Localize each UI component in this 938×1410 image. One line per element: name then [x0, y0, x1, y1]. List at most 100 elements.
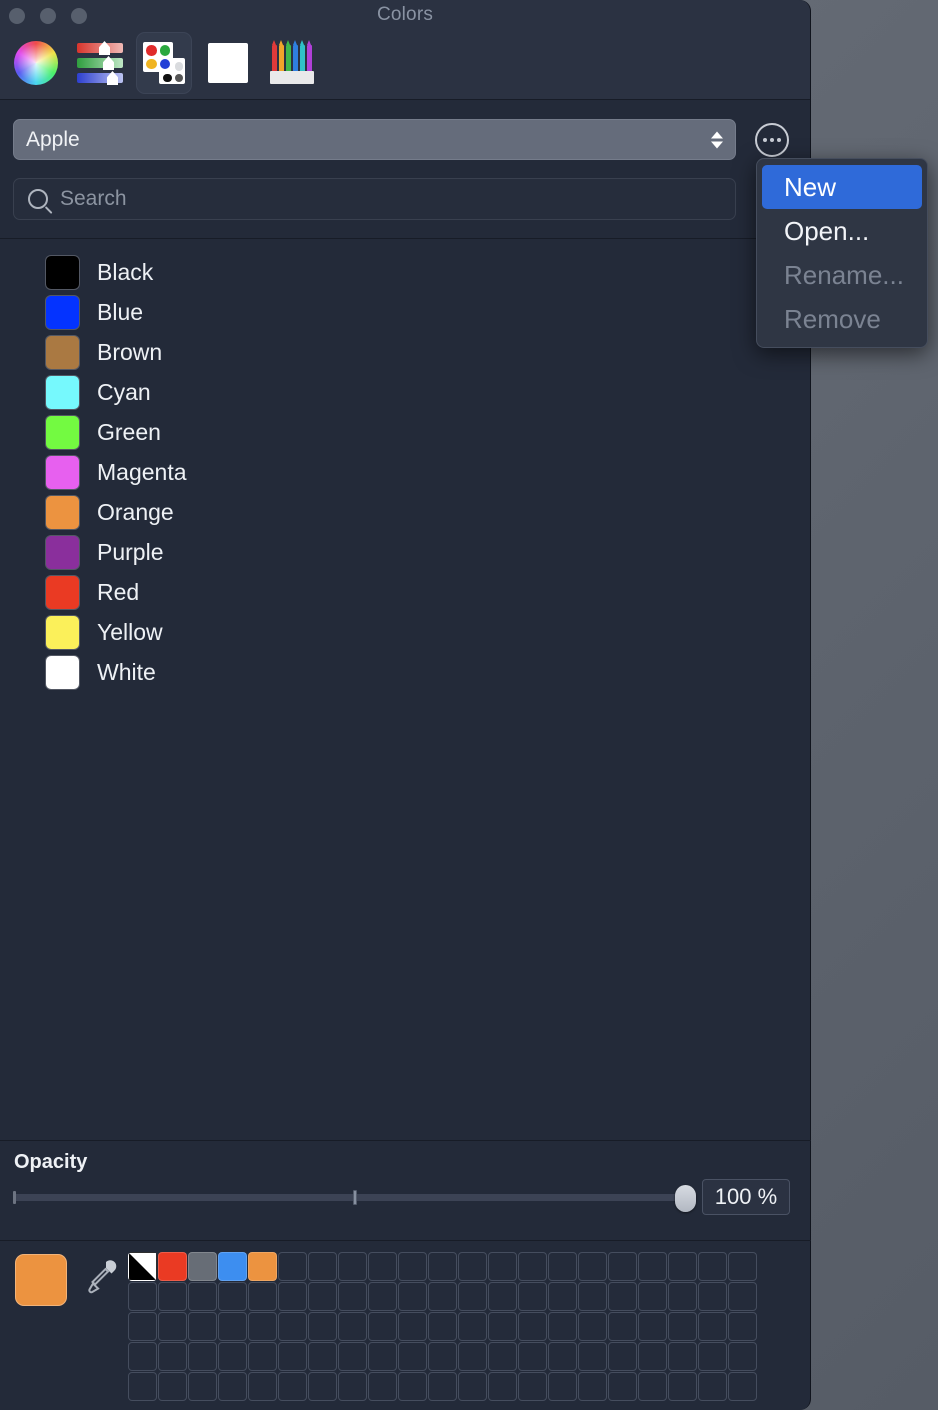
swatch-cell[interactable] — [548, 1312, 577, 1341]
swatch-cell[interactable] — [338, 1252, 367, 1281]
list-item[interactable]: Black — [0, 252, 811, 292]
list-item[interactable]: Green — [0, 412, 811, 452]
swatch-cell[interactable] — [428, 1312, 457, 1341]
swatch-cell[interactable] — [668, 1312, 697, 1341]
swatch-cell[interactable] — [188, 1312, 217, 1341]
swatch-cell[interactable] — [368, 1252, 397, 1281]
swatch-cell[interactable] — [698, 1372, 727, 1401]
swatch-cell[interactable] — [488, 1282, 517, 1311]
list-item[interactable]: Cyan — [0, 372, 811, 412]
swatch-cell[interactable] — [518, 1282, 547, 1311]
swatch-cell[interactable] — [638, 1282, 667, 1311]
swatch-cell[interactable] — [518, 1312, 547, 1341]
swatch-cell[interactable] — [668, 1342, 697, 1371]
swatch-cell[interactable] — [338, 1282, 367, 1311]
color-palettes-tab[interactable] — [136, 32, 192, 94]
swatch-cell[interactable] — [308, 1312, 337, 1341]
swatch-cell[interactable] — [488, 1252, 517, 1281]
swatch-cell[interactable] — [608, 1342, 637, 1371]
list-item[interactable]: Red — [0, 572, 811, 612]
swatch-cell[interactable] — [398, 1342, 427, 1371]
swatch-cell[interactable] — [668, 1252, 697, 1281]
swatch-cell[interactable] — [428, 1342, 457, 1371]
swatch-cell[interactable] — [368, 1342, 397, 1371]
swatch-cell[interactable] — [608, 1372, 637, 1401]
swatch-cell[interactable] — [698, 1342, 727, 1371]
list-item[interactable]: Yellow — [0, 612, 811, 652]
palette-options-button[interactable] — [755, 123, 789, 157]
swatch-cell[interactable] — [728, 1342, 757, 1371]
swatch-cell[interactable] — [608, 1282, 637, 1311]
swatch-cell[interactable] — [728, 1282, 757, 1311]
swatch-cell[interactable] — [518, 1342, 547, 1371]
color-wheel-tab[interactable] — [8, 32, 64, 94]
swatch-cell[interactable] — [158, 1282, 187, 1311]
swatch-cell[interactable] — [698, 1252, 727, 1281]
swatch-cell[interactable] — [248, 1252, 277, 1281]
swatch-cell[interactable] — [578, 1312, 607, 1341]
menu-item-open[interactable]: Open... — [762, 209, 922, 253]
swatch-cell[interactable] — [338, 1312, 367, 1341]
swatch-cell[interactable] — [668, 1282, 697, 1311]
swatch-cell[interactable] — [128, 1372, 157, 1401]
swatch-cell[interactable] — [398, 1312, 427, 1341]
swatch-cell[interactable] — [728, 1372, 757, 1401]
swatch-cell[interactable] — [488, 1312, 517, 1341]
swatch-cell[interactable] — [608, 1252, 637, 1281]
swatch-cell[interactable] — [158, 1372, 187, 1401]
swatch-cell[interactable] — [638, 1372, 667, 1401]
swatch-cell[interactable] — [218, 1252, 247, 1281]
swatch-cell[interactable] — [398, 1372, 427, 1401]
swatch-cell[interactable] — [578, 1282, 607, 1311]
opacity-value-field[interactable]: 100 % — [702, 1179, 790, 1215]
swatch-cell[interactable] — [428, 1372, 457, 1401]
swatch-cell[interactable] — [368, 1312, 397, 1341]
swatch-cell[interactable] — [158, 1252, 187, 1281]
swatch-cell[interactable] — [698, 1282, 727, 1311]
swatch-cell[interactable] — [578, 1252, 607, 1281]
swatch-cell[interactable] — [458, 1342, 487, 1371]
swatch-cell[interactable] — [728, 1312, 757, 1341]
current-color-well[interactable] — [15, 1254, 67, 1306]
swatch-cell[interactable] — [548, 1282, 577, 1311]
swatch-cell[interactable] — [308, 1342, 337, 1371]
swatch-cell[interactable] — [278, 1372, 307, 1401]
swatch-cell[interactable] — [188, 1372, 217, 1401]
swatch-cell[interactable] — [128, 1342, 157, 1371]
swatch-cell[interactable] — [218, 1372, 247, 1401]
swatch-cell[interactable] — [248, 1282, 277, 1311]
swatch-cell[interactable] — [548, 1342, 577, 1371]
swatch-cell[interactable] — [248, 1372, 277, 1401]
swatch-cell[interactable] — [488, 1342, 517, 1371]
swatch-cell[interactable] — [218, 1282, 247, 1311]
swatch-cell[interactable] — [158, 1342, 187, 1371]
swatch-cell[interactable] — [728, 1252, 757, 1281]
swatch-cell[interactable] — [278, 1252, 307, 1281]
swatch-cell[interactable] — [548, 1372, 577, 1401]
swatch-cell[interactable] — [128, 1312, 157, 1341]
swatch-cell[interactable] — [428, 1252, 457, 1281]
list-item[interactable]: Orange — [0, 492, 811, 532]
swatch-cell[interactable] — [218, 1312, 247, 1341]
swatch-cell[interactable] — [308, 1282, 337, 1311]
opacity-slider-knob[interactable] — [675, 1185, 696, 1212]
swatch-cell[interactable] — [638, 1252, 667, 1281]
swatch-cell[interactable] — [698, 1312, 727, 1341]
swatch-cell[interactable] — [128, 1282, 157, 1311]
swatch-cell[interactable] — [458, 1312, 487, 1341]
eyedropper-icon[interactable] — [84, 1258, 118, 1302]
swatch-cell[interactable] — [308, 1372, 337, 1401]
swatch-cell[interactable] — [398, 1252, 427, 1281]
swatch-cell[interactable] — [158, 1312, 187, 1341]
swatch-cell[interactable] — [188, 1342, 217, 1371]
swatch-cell[interactable] — [188, 1252, 217, 1281]
opacity-slider[interactable] — [13, 1185, 696, 1212]
list-item[interactable]: Blue — [0, 292, 811, 332]
search-input[interactable]: Search — [13, 178, 736, 220]
swatch-cell[interactable] — [188, 1282, 217, 1311]
swatch-cell[interactable] — [638, 1312, 667, 1341]
swatch-cell[interactable] — [608, 1312, 637, 1341]
palette-select[interactable]: Apple — [13, 119, 736, 160]
swatch-cell[interactable] — [458, 1282, 487, 1311]
pencils-tab[interactable] — [264, 32, 320, 94]
